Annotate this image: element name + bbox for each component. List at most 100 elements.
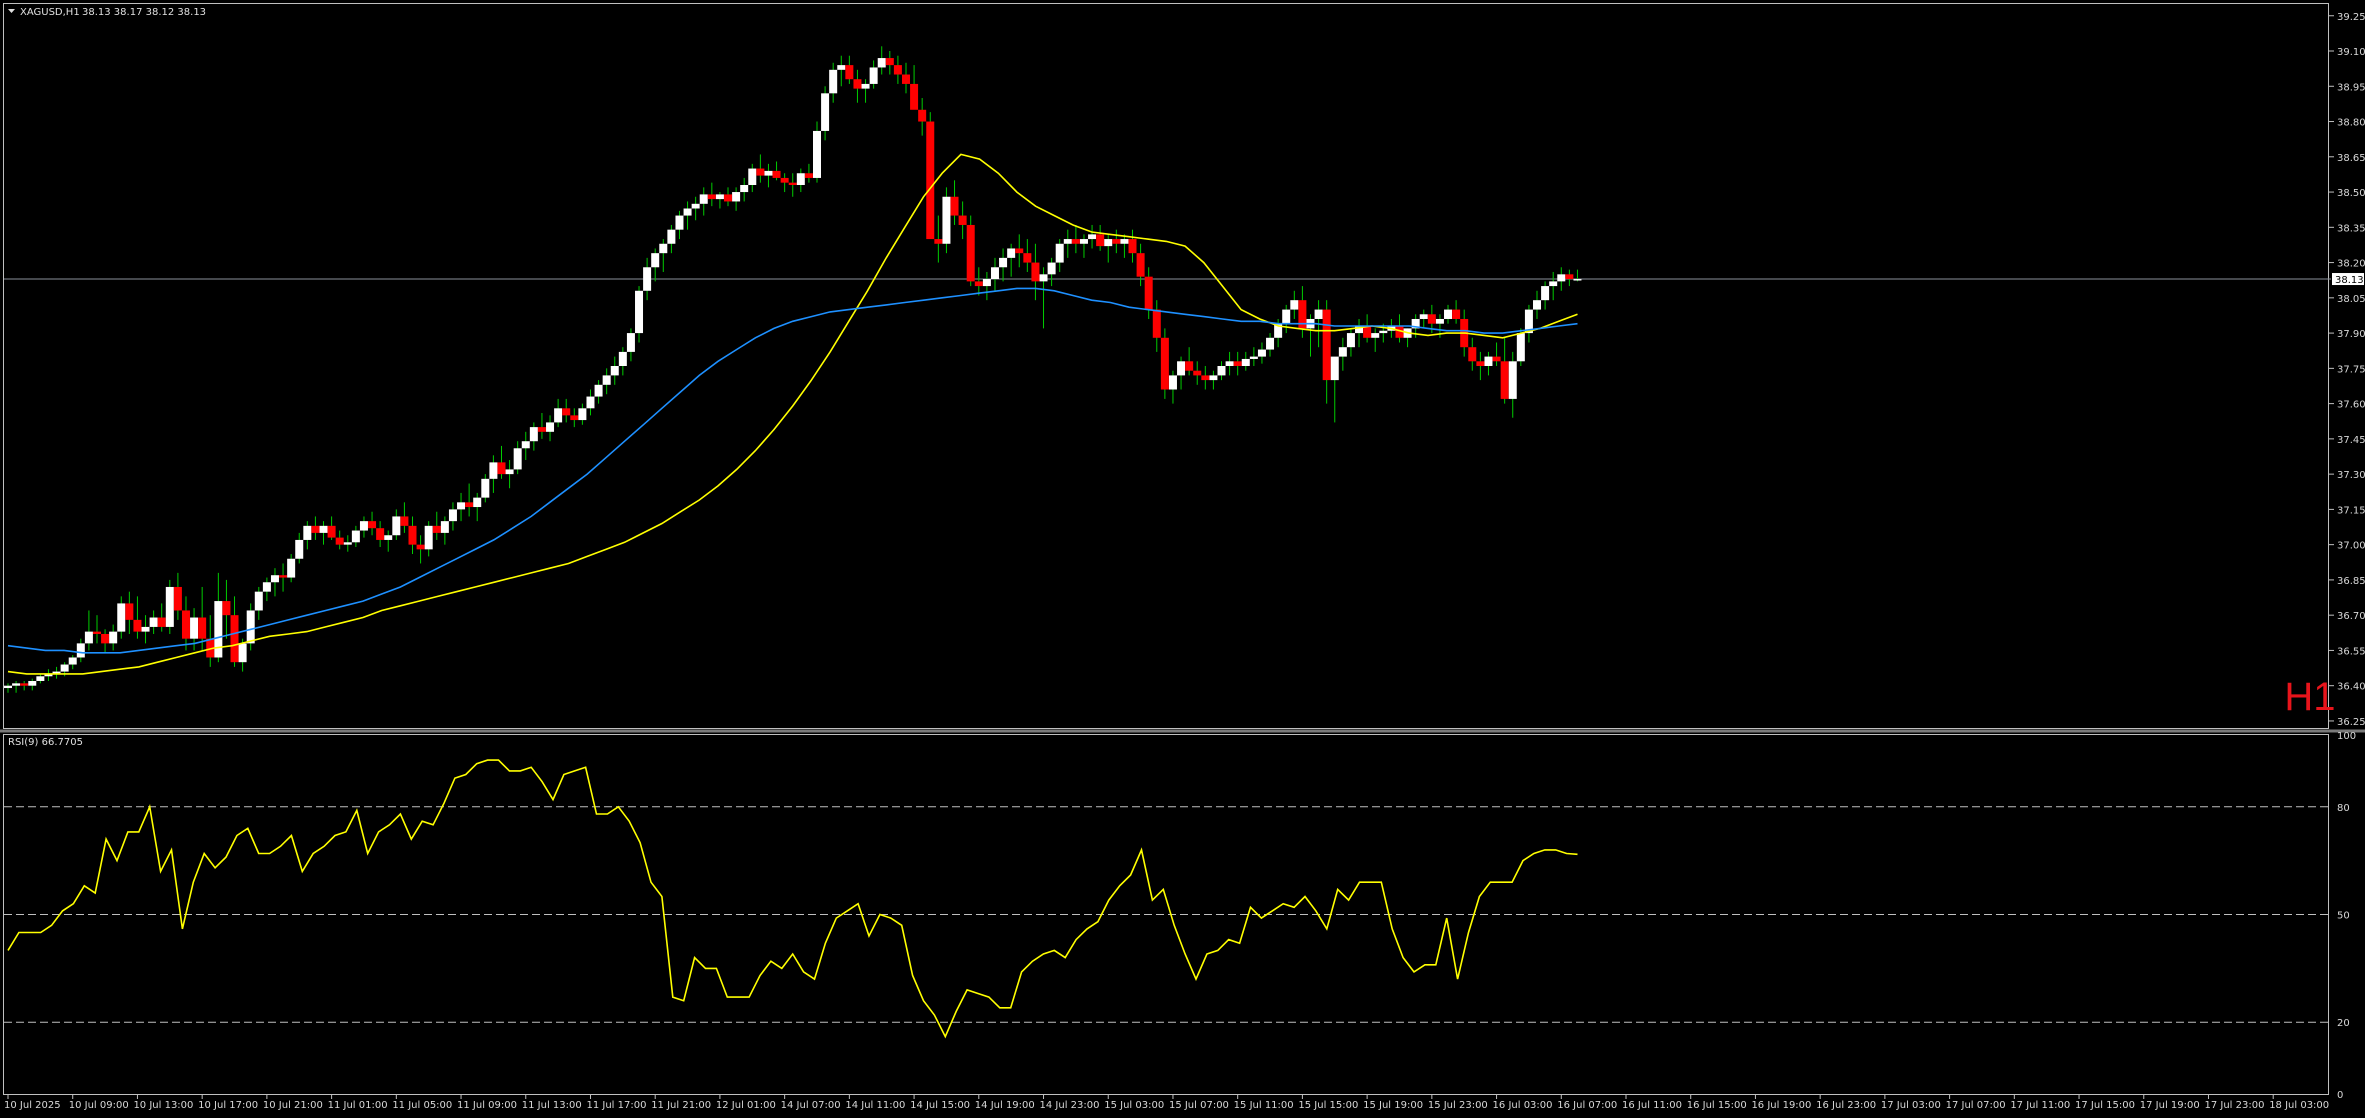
time-tick-label: 16 Jul 11:00 <box>1622 1100 1682 1111</box>
price-tick-label: 38.65 <box>2337 153 2365 164</box>
time-tick-label: 10 Jul 13:00 <box>133 1100 193 1111</box>
bull-candle <box>1290 300 1299 310</box>
bear-candle <box>1427 314 1436 324</box>
time-tick-label: 16 Jul 19:00 <box>1751 1100 1811 1111</box>
time-tick-label: 12 Jul 01:00 <box>716 1100 776 1111</box>
bull-candle <box>521 441 530 449</box>
time-tick-label: 15 Jul 23:00 <box>1428 1100 1488 1111</box>
bear-candle <box>845 65 854 80</box>
bull-candle <box>610 366 619 376</box>
bear-candle <box>173 586 182 611</box>
time-tick-label: 14 Jul 11:00 <box>845 1100 905 1111</box>
price-tick-label: 36.85 <box>2337 576 2365 587</box>
bull-candle <box>699 194 708 204</box>
bear-candle <box>133 619 142 632</box>
bull-candle <box>262 582 271 592</box>
bull-candle <box>1379 330 1388 334</box>
bull-candle <box>1120 239 1129 244</box>
bear-candle <box>780 177 789 183</box>
bull-candle <box>1055 243 1064 263</box>
bear-candle <box>335 537 344 545</box>
bull-candle <box>586 396 595 409</box>
bull-candle <box>12 683 21 686</box>
bull-candle <box>457 502 466 510</box>
bull-candle <box>1168 375 1177 390</box>
bull-candle <box>1266 337 1275 350</box>
time-tick-label: 10 Jul 21:00 <box>263 1100 323 1111</box>
bull-candle <box>295 539 304 559</box>
bear-candle <box>918 109 927 122</box>
price-tick-label: 38.50 <box>2337 188 2365 199</box>
bull-candle <box>999 257 1008 268</box>
bear-candle <box>279 575 288 578</box>
price-tick-label: 37.00 <box>2337 541 2365 552</box>
bear-candle <box>1201 375 1210 381</box>
bear-candle <box>804 173 813 178</box>
bear-candle <box>1160 337 1169 390</box>
bear-candle <box>181 610 190 639</box>
time-tick-label: 17 Jul 19:00 <box>2140 1100 2200 1111</box>
bear-candle <box>400 516 409 526</box>
bull-candle <box>1371 333 1380 338</box>
bull-candle <box>1241 358 1250 366</box>
bull-candle <box>1338 347 1347 357</box>
bull-candle <box>942 196 951 244</box>
price-tick-label: 38.05 <box>2337 294 2365 305</box>
bear-candle <box>1193 370 1202 376</box>
bull-candle <box>84 631 93 644</box>
bear-candle <box>1233 361 1242 366</box>
bull-candle <box>1282 309 1291 324</box>
bull-candle <box>473 497 482 508</box>
bull-candle <box>602 375 611 385</box>
bear-candle <box>465 502 474 508</box>
time-tick-label: 10 Jul 2025 <box>4 1100 61 1111</box>
time-tick-label: 16 Jul 07:00 <box>1557 1100 1617 1111</box>
symbol-label[interactable]: XAGUSD,H1 <box>20 7 80 18</box>
time-tick-label: 16 Jul 15:00 <box>1687 1100 1747 1111</box>
price-tick-label: 37.75 <box>2337 364 2365 375</box>
current-price-label: 38.13 <box>2335 275 2364 286</box>
bear-candle <box>222 601 231 616</box>
bear-candle <box>157 617 166 627</box>
bull-candle <box>149 617 158 627</box>
time-tick-label: 11 Jul 05:00 <box>392 1100 452 1111</box>
bear-candle <box>570 415 579 421</box>
bear-candle <box>788 182 797 185</box>
bear-candle <box>408 525 417 545</box>
price-tick-label: 36.55 <box>2337 646 2365 657</box>
bull-candle <box>1209 375 1218 381</box>
bear-candle <box>853 79 862 89</box>
bull-candle <box>117 603 126 632</box>
price-tick-label: 38.95 <box>2337 82 2365 93</box>
bull-candle <box>343 542 352 545</box>
bull-candle <box>869 67 878 84</box>
price-tick-label: 37.60 <box>2337 400 2365 411</box>
bear-candle <box>950 196 959 216</box>
bull-candle <box>384 535 393 540</box>
time-tick-label: 15 Jul 07:00 <box>1169 1100 1229 1111</box>
time-tick-label: 17 Jul 15:00 <box>2075 1100 2135 1111</box>
timeframe-badge: H1 <box>2284 675 2335 719</box>
bear-candle <box>1322 309 1331 381</box>
time-tick-label: 17 Jul 07:00 <box>1946 1100 2006 1111</box>
bear-candle <box>1144 276 1153 310</box>
rsi-tick-label: 20 <box>2337 1018 2350 1029</box>
chart-canvas: 39.25 39.10 38.95 38.80 38.65 38.50 38.35 38.20… <box>0 0 2365 1118</box>
bull-candle <box>319 525 328 533</box>
bear-candle <box>1112 239 1121 244</box>
bull-candle <box>990 267 999 280</box>
bear-candle <box>92 631 101 634</box>
time-tick-label: 10 Jul 17:00 <box>198 1100 258 1111</box>
bull-candle <box>68 657 77 665</box>
bull-candle <box>505 469 514 475</box>
bull-candle <box>813 130 821 178</box>
price-tick-label: 37.45 <box>2337 435 2365 446</box>
bull-candle <box>36 676 45 681</box>
rsi-tick-label: 100 <box>2337 731 2356 742</box>
bear-candle <box>958 215 967 225</box>
bear-candle <box>1015 248 1024 254</box>
bull-candle <box>109 631 118 644</box>
bear-candle <box>934 239 943 244</box>
bull-candle <box>861 83 870 89</box>
ohlc-readout: 38.13 38.17 38.12 38.13 <box>82 7 206 18</box>
